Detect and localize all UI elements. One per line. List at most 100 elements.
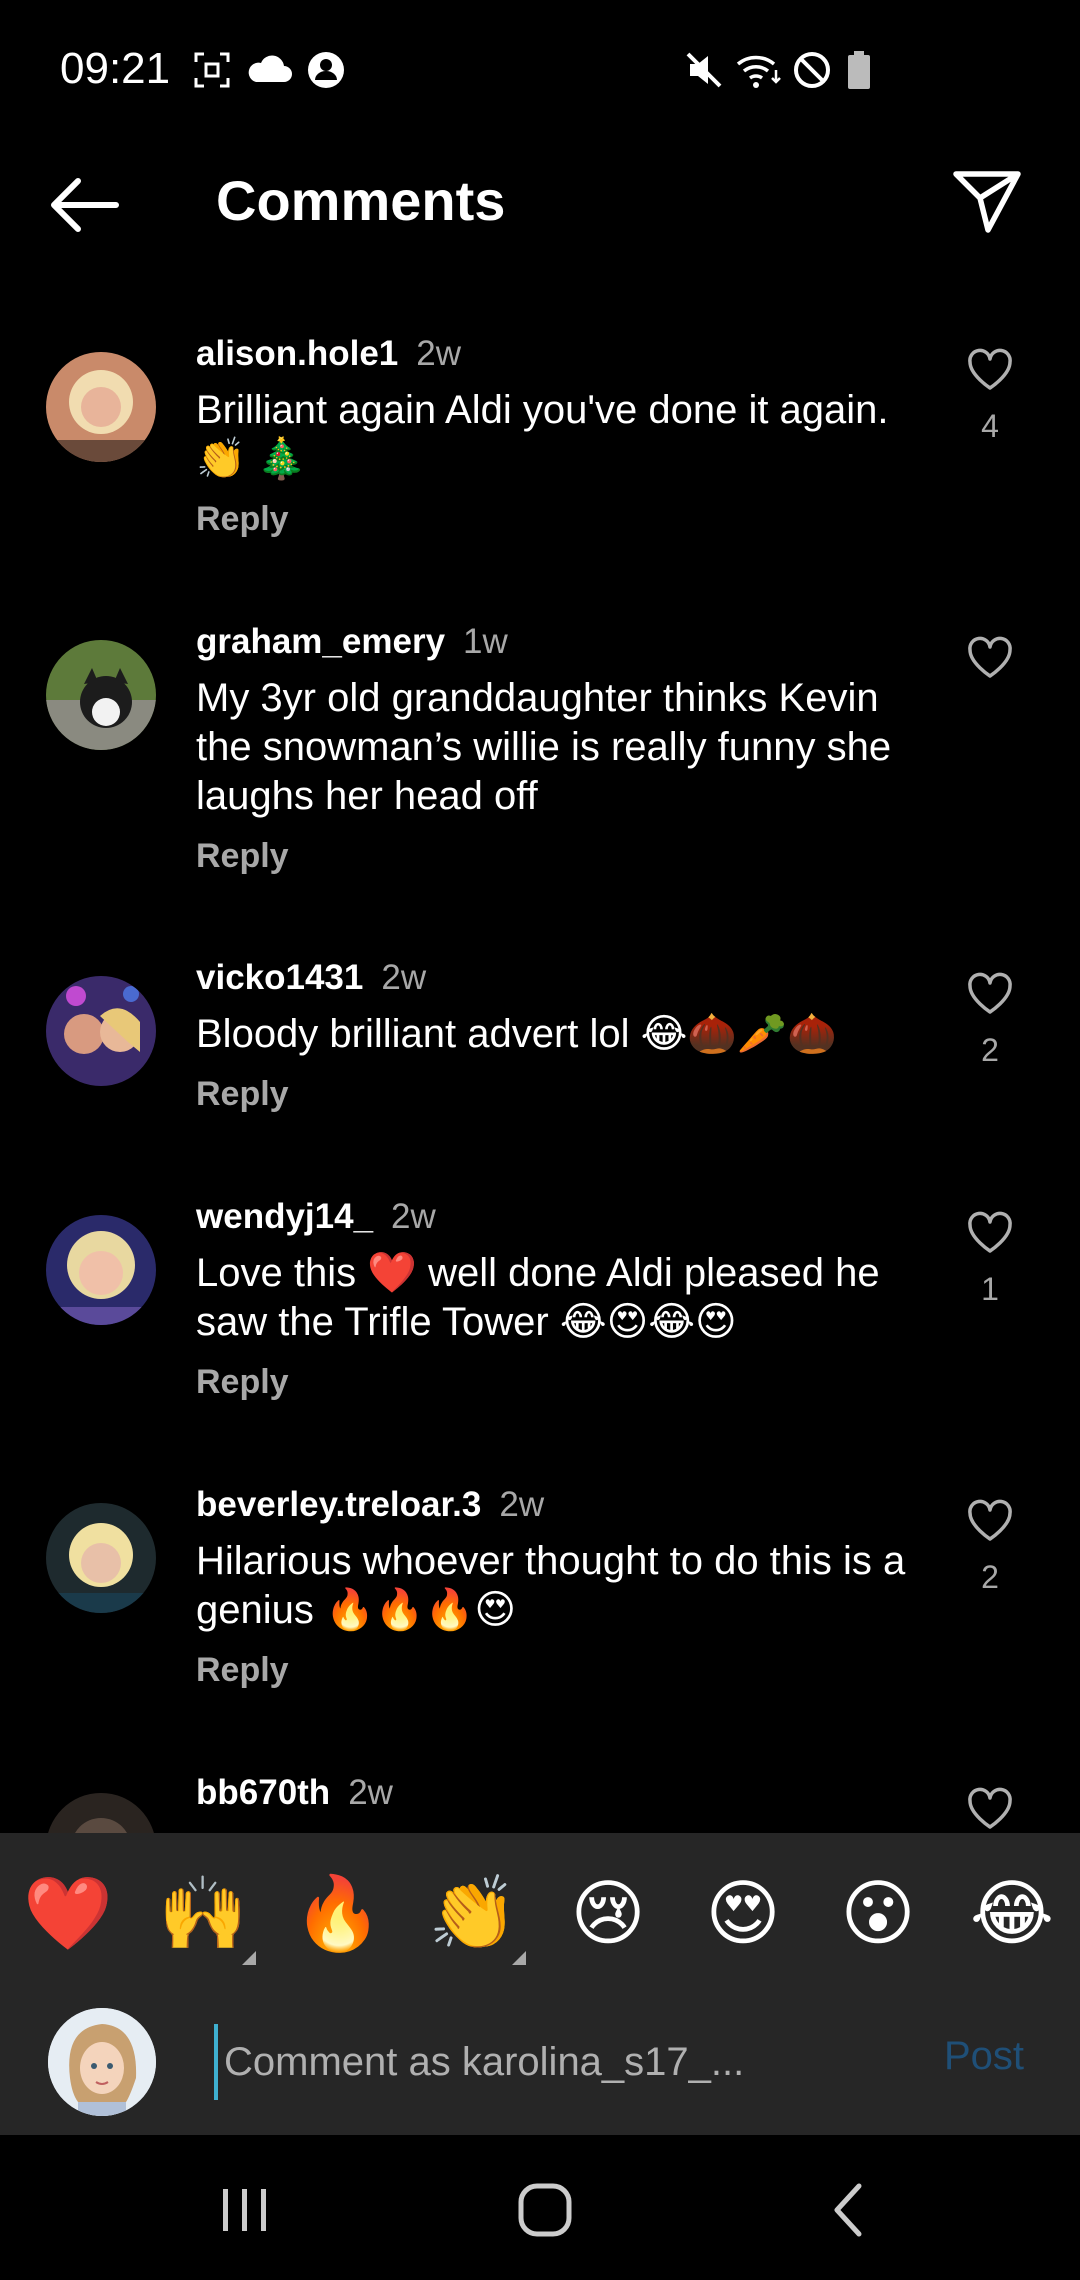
comment-username[interactable]: beverley.treloar.3 [196, 1485, 481, 1524]
do-not-disturb-icon [792, 50, 832, 90]
emoji-laughing[interactable]: 😂 [962, 1863, 1062, 1963]
heart-icon [968, 1211, 1012, 1253]
comment-username[interactable]: wendyj14_ [196, 1197, 373, 1236]
skin-tone-indicator [512, 1951, 526, 1965]
comment-text: Bloody brilliant advert lol 😂🌰🥕🌰 [196, 1012, 837, 1056]
comment-header: wendyj14_ 2w [196, 1195, 936, 1239]
like-section [940, 1779, 1040, 1833]
comment-time: 2w [381, 958, 427, 997]
comment-username[interactable]: vicko1431 [196, 958, 363, 997]
recent-apps-button[interactable] [200, 2175, 290, 2245]
comment-time: 2w [416, 334, 462, 373]
comment-header: alison.hole1 2w [196, 332, 936, 376]
comment-header: beverley.treloar.3 2w [196, 1483, 936, 1527]
skin-tone-indicator [242, 1951, 256, 1965]
heart-icon [968, 972, 1012, 1014]
heart-icon [968, 348, 1012, 390]
like-count: 2 [981, 1559, 999, 1595]
paper-plane-icon [953, 171, 1021, 233]
status-time: 09:21 [60, 44, 171, 93]
recent-apps-icon [223, 2189, 266, 2231]
mute-icon [684, 50, 724, 90]
emoji-surprised[interactable]: 😮 [828, 1863, 928, 1963]
comment-username[interactable]: alison.hole1 [196, 334, 398, 373]
comment-time: 2w [499, 1485, 545, 1524]
reply-button[interactable]: Reply [196, 1075, 936, 1114]
avatar[interactable] [46, 1793, 156, 1833]
comment-text: My 3yr old granddaughter thinks Kevin th… [196, 676, 892, 818]
comment-input[interactable] [214, 2024, 894, 2100]
comment-header: bb670th 2w [196, 1771, 936, 1815]
navigation-bar [0, 2135, 1080, 2280]
emoji-heart-eyes[interactable]: 😍 [693, 1863, 793, 1963]
heart-icon [968, 1787, 1012, 1829]
comment-text: Hilarious whoever thought to do this is … [196, 1539, 906, 1632]
like-section [940, 628, 1040, 696]
comment-body: graham_emery 1w My 3yr old granddaughter … [196, 620, 936, 876]
comment-text: Brilliant again Aldi you've done it agai… [196, 388, 889, 481]
like-count: 2 [981, 1032, 999, 1068]
like-count: 4 [981, 408, 999, 444]
comment-body: wendyj14_ 2w Love this ❤️ well done Aldi … [196, 1195, 936, 1402]
emoji-fire[interactable]: 🔥 [288, 1863, 388, 1963]
reply-button[interactable]: Reply [196, 1651, 936, 1690]
comment-time: 1w [463, 622, 508, 661]
arrow-left-icon [51, 178, 119, 232]
emoji-raised-hands[interactable]: 🙌 [153, 1863, 253, 1963]
like-section: 2 [940, 964, 1040, 1069]
reply-button[interactable]: Reply [196, 500, 936, 539]
heart-icon [968, 1499, 1012, 1541]
home-button[interactable] [500, 2175, 590, 2245]
comment-body: beverley.treloar.3 2w Hilarious whoever t… [196, 1483, 936, 1690]
post-button[interactable]: Post [944, 2034, 1024, 2079]
like-button[interactable] [940, 340, 1040, 400]
comment-body: alison.hole1 2w Brilliant again Aldi you'… [196, 332, 936, 539]
avatar[interactable] [46, 1503, 156, 1613]
avatar[interactable] [46, 1215, 156, 1325]
current-user-avatar [48, 2008, 156, 2116]
like-button[interactable] [940, 964, 1040, 1024]
comment-header: graham_emery 1w [196, 620, 936, 664]
comment-header: vicko1431 2w [196, 956, 936, 1000]
back-button[interactable] [44, 170, 124, 240]
account-icon [306, 50, 346, 90]
comment-body: bb670th 2w [196, 1771, 936, 1815]
status-bar: 09:21 [0, 0, 1080, 140]
like-section: 4 [940, 340, 1040, 445]
reply-button[interactable]: Reply [196, 837, 936, 876]
battery-icon [846, 50, 872, 90]
like-button[interactable] [940, 628, 1040, 688]
comment-time: 2w [391, 1197, 436, 1236]
comment-username[interactable]: bb670th [196, 1773, 330, 1812]
avatar[interactable] [46, 640, 156, 750]
home-icon [518, 2183, 572, 2237]
emoji-heart[interactable]: ❤️ [18, 1863, 118, 1963]
emoji-bar: ❤️ 🙌 🔥 👏 😢 😍 😮 😂 [0, 1833, 1080, 1988]
emoji-clapping[interactable]: 👏 [423, 1863, 523, 1963]
avatar[interactable] [46, 352, 156, 462]
comment-body: vicko1431 2w Bloody brilliant advert lol … [196, 956, 936, 1114]
like-section: 1 [940, 1203, 1040, 1308]
avatar[interactable] [46, 976, 156, 1086]
share-button[interactable] [946, 160, 1026, 240]
heart-icon [968, 636, 1012, 678]
wifi-icon [734, 50, 782, 90]
like-section: 2 [940, 1491, 1040, 1596]
page-title: Comments [216, 169, 506, 232]
reply-button[interactable]: Reply [196, 1363, 936, 1402]
comment-username[interactable]: graham_emery [196, 622, 445, 661]
comment-time: 2w [348, 1773, 393, 1812]
comment-composer: Post [0, 1988, 1080, 2135]
like-button[interactable] [940, 1491, 1040, 1551]
comment-text: Love this ❤️ well done Aldi pleased he s… [196, 1251, 880, 1344]
header: Comments [0, 150, 1080, 250]
like-button[interactable] [940, 1203, 1040, 1263]
like-button[interactable] [940, 1779, 1040, 1833]
emoji-crying[interactable]: 😢 [558, 1863, 658, 1963]
back-icon [834, 2183, 862, 2237]
like-count: 1 [981, 1271, 999, 1307]
system-back-button[interactable] [804, 2175, 894, 2245]
screenshot-icon [192, 50, 232, 90]
comments-list[interactable]: alison.hole1 2w Brilliant again Aldi you'… [0, 320, 1080, 1833]
cloud-icon [246, 50, 292, 90]
